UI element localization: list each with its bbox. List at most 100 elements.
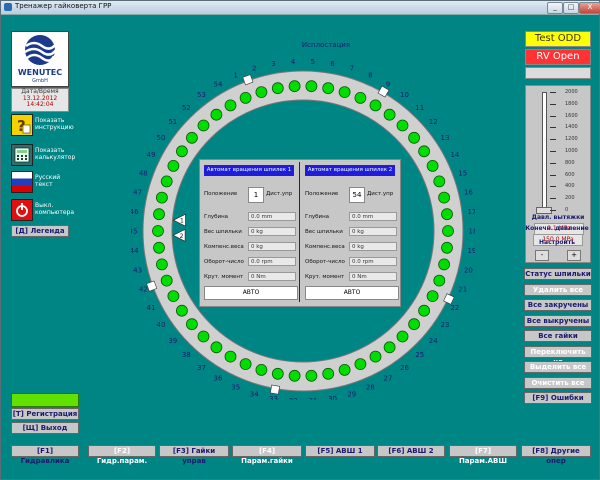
register-button[interactable]: [Т] Регистрация — [11, 408, 79, 420]
stud-32[interactable] — [288, 369, 301, 382]
stud-4[interactable] — [288, 80, 301, 93]
auto-mode-button[interactable]: АВТО — [305, 286, 399, 300]
minus-button[interactable]: - — [535, 250, 549, 261]
function-key-button[interactable]: [F3] Гайки управ — [159, 445, 229, 465]
remote-control-label[interactable]: Дист.упр — [266, 191, 292, 197]
stud-42[interactable] — [160, 274, 173, 287]
remote-control-label[interactable]: Дист.упр — [367, 191, 393, 197]
stud-37[interactable] — [210, 341, 223, 354]
stud-number: 20 — [464, 267, 473, 275]
stud-22[interactable] — [426, 290, 439, 303]
scale-tick — [550, 92, 556, 93]
exit-button[interactable]: [Щ] Выход — [11, 422, 79, 434]
right-action-button[interactable]: Статус шпильки — [524, 268, 592, 280]
stud-1[interactable] — [239, 92, 252, 104]
minimize-button[interactable]: _ — [547, 2, 563, 14]
scale-tick — [550, 186, 556, 188]
stud-6[interactable] — [322, 82, 335, 95]
stud-29[interactable] — [338, 363, 351, 376]
stud-40[interactable] — [176, 304, 188, 317]
function-key-button[interactable]: [F6] АВШ 2 — [377, 445, 445, 457]
stud-25[interactable] — [396, 330, 409, 343]
stud-19[interactable] — [441, 241, 453, 254]
right-action-button[interactable]: Все гайки — [524, 330, 592, 342]
stud-27[interactable] — [369, 350, 382, 363]
stud-17[interactable] — [441, 208, 453, 221]
plus-button[interactable]: + — [567, 250, 581, 261]
scale-tick-label: 1600 — [565, 112, 578, 119]
function-key-button[interactable]: [F8] Другие опер — [521, 445, 591, 465]
pressure-slider-track[interactable] — [542, 92, 547, 212]
legend-button[interactable]: [Д] Легенда — [11, 225, 69, 237]
stud-41[interactable] — [167, 290, 180, 303]
function-key-button[interactable]: [F5] АВШ 1 — [305, 445, 375, 457]
position-value[interactable]: 54 — [349, 187, 365, 203]
stud-48[interactable] — [160, 175, 173, 188]
stud-3[interactable] — [271, 82, 284, 95]
stud-46[interactable] — [153, 208, 165, 221]
stud-11[interactable] — [396, 119, 409, 132]
stud-47[interactable] — [155, 191, 168, 204]
stud-23[interactable] — [418, 304, 431, 317]
stud-21[interactable] — [433, 274, 446, 287]
stud-33[interactable] — [271, 367, 284, 380]
calculator-button[interactable]: Показать калькулятор — [11, 144, 75, 168]
maximize-button[interactable]: □ — [563, 2, 579, 14]
stud-24[interactable] — [408, 318, 421, 331]
function-key-button[interactable]: [F2] Гидр.парам. — [88, 445, 156, 465]
language-button[interactable]: Русский текст — [11, 171, 69, 195]
stud-28[interactable] — [354, 358, 367, 371]
stud-8[interactable] — [354, 92, 367, 104]
stud-50[interactable] — [176, 145, 188, 158]
right-action-button[interactable]: Все выкручены — [524, 314, 592, 327]
stud-18[interactable] — [442, 225, 454, 237]
stud-39[interactable] — [186, 318, 198, 331]
stud-14[interactable] — [426, 160, 439, 172]
stud-16[interactable] — [438, 191, 451, 204]
stud-44[interactable] — [153, 241, 165, 254]
stud-51[interactable] — [186, 131, 198, 144]
stud-number: 33 — [269, 395, 278, 400]
right-action-button[interactable]: Все закручены — [524, 299, 592, 311]
stud-31[interactable] — [305, 369, 318, 382]
stud-43[interactable] — [155, 258, 168, 271]
stud-10[interactable] — [383, 108, 396, 121]
stud-number: 8 — [368, 71, 372, 79]
stud-5[interactable] — [305, 80, 318, 93]
right-action-button[interactable]: Удалить все — [524, 283, 592, 296]
function-key-button[interactable]: [F1] Гидравлика — [11, 445, 79, 465]
right-action-button[interactable]: Выделить все — [524, 361, 592, 373]
stud-52[interactable] — [197, 119, 210, 132]
stud-38[interactable] — [197, 330, 210, 343]
stud-49[interactable] — [167, 160, 180, 172]
stud-30[interactable] — [322, 367, 335, 380]
stud-number: 37 — [197, 364, 206, 372]
stud-13[interactable] — [418, 145, 431, 158]
auto-mode-button[interactable]: АВТО — [204, 286, 298, 300]
stud-9[interactable] — [369, 99, 382, 112]
stud-34[interactable] — [255, 363, 268, 376]
stud-number: 51 — [168, 118, 177, 126]
right-action-button[interactable]: Переключить цв — [524, 345, 592, 366]
stud-12[interactable] — [408, 131, 421, 144]
stud-53[interactable] — [210, 108, 223, 121]
errors-button[interactable]: [F9] Ошибки — [524, 392, 592, 404]
right-action-button[interactable]: Очистить все — [524, 376, 592, 389]
stud-15[interactable] — [433, 175, 446, 188]
stud-2[interactable] — [255, 86, 268, 98]
stud-20[interactable] — [438, 258, 451, 271]
function-key-button[interactable]: [F4] Парам.гайки — [232, 445, 302, 465]
stud-54[interactable] — [224, 99, 237, 112]
position-value[interactable]: 1 — [248, 187, 264, 203]
stud-45[interactable] — [152, 225, 164, 237]
help-button[interactable]: ? Показать инструкцию — [11, 114, 74, 138]
close-button[interactable]: X — [579, 2, 600, 14]
function-key-button[interactable]: [F7] Парам.АВШ — [449, 445, 517, 465]
stud-35[interactable] — [239, 358, 252, 371]
stud-7[interactable] — [338, 86, 351, 98]
title-bar[interactable]: Тренажер гайковерта ГРР _ □ X — [1, 1, 600, 15]
stud-number: 9 — [386, 80, 390, 88]
stud-36[interactable] — [224, 350, 237, 363]
shutdown-button[interactable]: Выкл. компьютера — [11, 199, 74, 223]
stud-26[interactable] — [383, 341, 396, 354]
